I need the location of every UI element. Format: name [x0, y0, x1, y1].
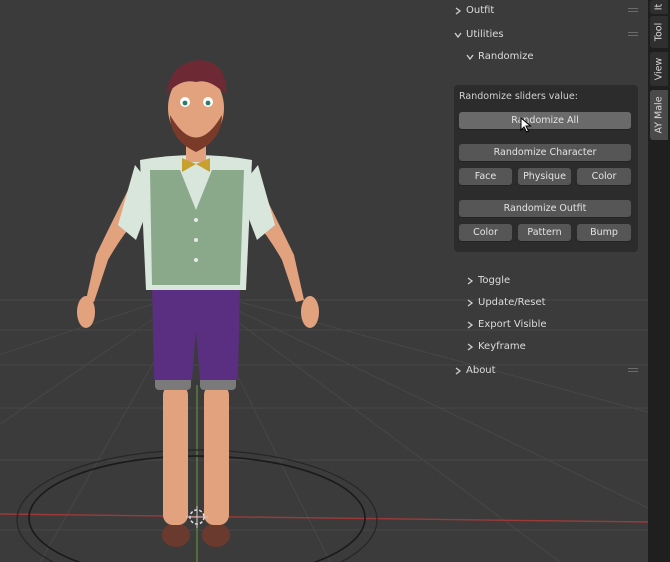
character-physique-button[interactable]: Physique: [518, 168, 571, 185]
tab-view-label: View: [653, 57, 665, 81]
chevron-right-icon: [467, 343, 474, 351]
chevron-down-icon: [466, 54, 474, 61]
chevron-right-icon: [455, 7, 462, 15]
subpanel-keyframe[interactable]: Keyframe: [444, 336, 648, 358]
mouse-pointer-icon: [520, 117, 532, 133]
subpanel-update-reset-label: Update/Reset: [478, 297, 546, 308]
subpanel-export-visible[interactable]: Export Visible: [444, 314, 648, 336]
tab-ay-male-label: AY Male: [653, 96, 665, 134]
randomize-all-button[interactable]: Randomize All: [459, 112, 631, 129]
outfit-pattern-button[interactable]: Pattern: [518, 224, 571, 241]
tab-tool-label: Tool: [653, 22, 665, 42]
subpanel-export-visible-label: Export Visible: [478, 319, 547, 330]
outfit-color-button[interactable]: Color: [459, 224, 512, 241]
character-model[interactable]: [77, 60, 319, 547]
panel-utilities-label: Utilities: [466, 29, 504, 40]
randomize-sliders-label: Randomize sliders value:: [459, 91, 578, 102]
panel-outfit-label: Outfit: [466, 5, 495, 16]
subpanel-update-reset[interactable]: Update/Reset: [444, 292, 648, 314]
randomize-box: Randomize sliders value: Randomize All R…: [454, 85, 638, 252]
tab-item[interactable]: It: [650, 0, 668, 14]
panel-about-label: About: [466, 365, 496, 376]
tab-tool[interactable]: Tool: [650, 16, 668, 48]
tab-view[interactable]: View: [650, 52, 668, 86]
tab-item-label: It: [653, 3, 665, 11]
tab-ay-male[interactable]: AY Male: [650, 90, 668, 140]
outfit-bump-button[interactable]: Bump: [577, 224, 631, 241]
grip-icon[interactable]: [628, 7, 638, 13]
subpanel-randomize[interactable]: Randomize: [444, 46, 648, 68]
grip-icon[interactable]: [628, 367, 638, 373]
subpanel-randomize-label: Randomize: [478, 51, 534, 62]
character-face-button[interactable]: Face: [459, 168, 512, 185]
subpanel-keyframe-label: Keyframe: [478, 341, 526, 352]
randomize-character-button[interactable]: Randomize Character: [459, 144, 631, 161]
chevron-down-icon: [454, 32, 462, 39]
chevron-right-icon: [467, 277, 474, 285]
panel-outfit[interactable]: Outfit: [444, 0, 648, 22]
grip-icon[interactable]: [628, 31, 638, 37]
chevron-right-icon: [467, 321, 474, 329]
panel-utilities[interactable]: Utilities: [444, 24, 648, 46]
chevron-right-icon: [455, 367, 462, 375]
subpanel-toggle[interactable]: Toggle: [444, 270, 648, 292]
panel-about[interactable]: About: [444, 360, 648, 382]
randomize-outfit-button[interactable]: Randomize Outfit: [459, 200, 631, 217]
subpanel-toggle-label: Toggle: [478, 275, 511, 286]
character-color-button[interactable]: Color: [577, 168, 631, 185]
sidebar-tabs: It Tool View AY Male: [648, 0, 670, 562]
chevron-right-icon: [467, 299, 474, 307]
